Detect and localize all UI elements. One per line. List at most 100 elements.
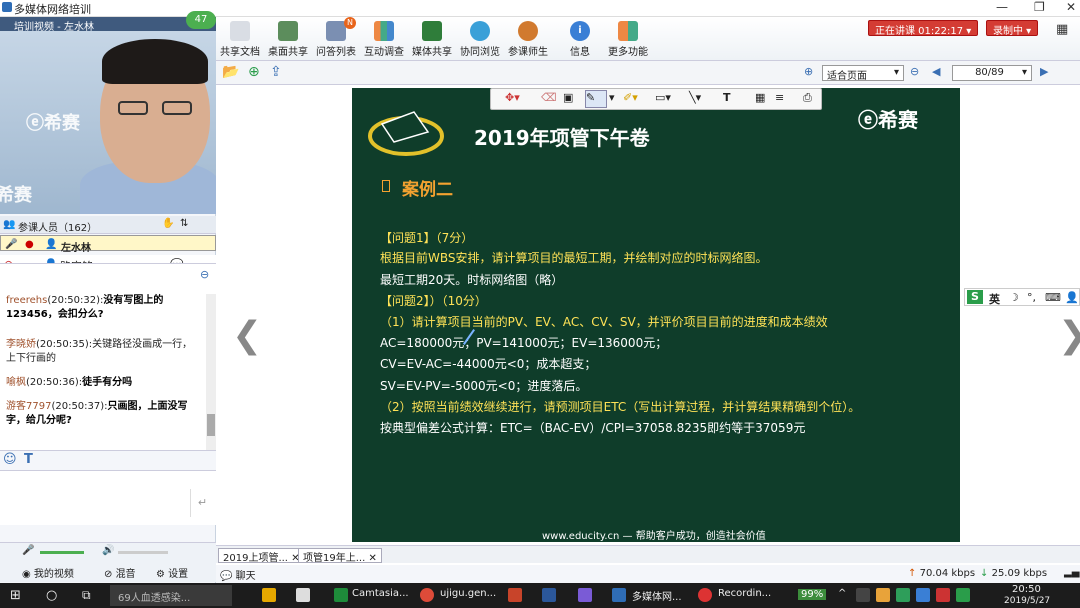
eraser-icon[interactable]: ⌫ bbox=[541, 91, 557, 104]
tray-icon[interactable] bbox=[856, 588, 870, 602]
screenshot-icon[interactable]: ⎙ bbox=[803, 91, 812, 105]
line-width-icon[interactable]: ≡ bbox=[775, 91, 784, 104]
watermark-logo: ⓔ希赛 bbox=[26, 113, 80, 134]
co-browse-button[interactable]: 协同浏览 bbox=[456, 21, 504, 58]
next-slide-arrow-icon[interactable]: ❯ bbox=[1058, 315, 1080, 356]
emoji-icon[interactable]: ☺ bbox=[3, 452, 17, 467]
taskbar-app[interactable]: Recordin... bbox=[718, 588, 771, 599]
start-icon[interactable]: ⊞ bbox=[10, 588, 21, 603]
moon-icon[interactable]: ☽ bbox=[1009, 291, 1019, 304]
text-format-icon[interactable]: T bbox=[24, 452, 33, 467]
highlighter-icon[interactable]: ✐▾ bbox=[623, 91, 638, 104]
cortana-icon[interactable]: ○ bbox=[46, 588, 57, 603]
next-page-icon[interactable]: ▶ bbox=[1040, 65, 1048, 78]
clock-time[interactable]: 20:50 bbox=[1012, 584, 1041, 595]
send-icon[interactable]: ↵ bbox=[190, 489, 214, 517]
members-options-icon[interactable]: ⇅ bbox=[180, 218, 188, 229]
mic-icon[interactable]: 🎤 bbox=[22, 545, 34, 556]
fit-select[interactable]: 适合页面 ▾ bbox=[822, 65, 904, 82]
ime-user-icon[interactable]: 👤 bbox=[1065, 291, 1079, 304]
clock-date[interactable]: 2019/5/27 bbox=[1004, 596, 1050, 606]
battery-indicator[interactable]: 99% bbox=[798, 589, 827, 600]
line-icon[interactable]: ╲▾ bbox=[689, 91, 701, 104]
clear-icon[interactable]: ▣ bbox=[563, 91, 573, 104]
tray-icon[interactable] bbox=[876, 588, 890, 602]
tray-icon[interactable] bbox=[916, 588, 930, 602]
text-icon[interactable]: T bbox=[723, 91, 731, 104]
speaker-icon[interactable]: 🔊 bbox=[102, 545, 114, 556]
chat-scrollbar[interactable] bbox=[206, 294, 216, 451]
pen-icon[interactable]: ✎ bbox=[585, 90, 607, 108]
task-view-icon[interactable]: ⧉ bbox=[82, 588, 91, 603]
app-icon[interactable] bbox=[296, 588, 310, 602]
search-box[interactable]: 69人血透感染... bbox=[110, 585, 232, 606]
pen-dropdown-icon[interactable]: ▾ bbox=[609, 91, 615, 104]
members-header: 👥 参课人员（162） ✋ ⇅ bbox=[0, 216, 216, 234]
explorer-icon[interactable] bbox=[262, 588, 276, 602]
word-icon[interactable] bbox=[542, 588, 556, 602]
info-button[interactable]: i 信息 bbox=[556, 21, 604, 58]
collapse-icon[interactable]: ⊖ bbox=[200, 268, 209, 281]
zoom-out-icon[interactable]: ⊖ bbox=[910, 65, 919, 78]
my-video-button[interactable]: ◉ 我的视频 bbox=[22, 565, 74, 580]
ime-tray-icon[interactable] bbox=[956, 588, 970, 602]
chrome-icon[interactable] bbox=[420, 588, 434, 602]
minimize-icon[interactable]: — bbox=[996, 0, 1008, 14]
taskbar-app[interactable]: ujigu.gen... bbox=[440, 588, 496, 599]
page-select[interactable]: 80/89 ▾ bbox=[952, 65, 1032, 81]
add-doc-icon[interactable]: ⊕ bbox=[248, 64, 260, 80]
live-status-button[interactable]: 正在讲课 01:22:17 ▾ bbox=[868, 20, 979, 37]
participants-button[interactable]: 参课师生 bbox=[504, 21, 552, 58]
av-controls: 🎤 🔊 ◉ 我的视频 ⊘ 混音 ⚙ 设置 bbox=[0, 542, 216, 582]
share-doc-button[interactable]: 共享文档 bbox=[216, 21, 264, 58]
pointer-icon[interactable]: ✥▾ bbox=[505, 91, 520, 104]
doc-tab[interactable]: 2019上项管... ✕ bbox=[218, 548, 305, 564]
prev-slide-arrow-icon[interactable]: ❮ bbox=[232, 315, 262, 356]
recording-button[interactable]: 录制中 ▾ bbox=[986, 20, 1039, 37]
doc-tab[interactable]: 项管19年上... ✕ bbox=[298, 548, 382, 564]
mix-button[interactable]: ⊘ 混音 bbox=[104, 565, 136, 580]
member-row[interactable]: 🎤 ● 👤 左水林 bbox=[0, 235, 216, 254]
restore-icon[interactable]: ❐ bbox=[1034, 0, 1045, 14]
hand-icon[interactable]: ✋ bbox=[162, 218, 174, 229]
multimedia-icon[interactable] bbox=[612, 588, 626, 602]
tray-icon[interactable] bbox=[936, 588, 950, 602]
network-icon: ▂▄ bbox=[1064, 567, 1080, 578]
windows-taskbar: ⊞ ○ ⧉ 69人血透感染... Camtasia... ujigu.gen..… bbox=[0, 583, 1080, 608]
rectangle-icon[interactable]: ▭▾ bbox=[655, 91, 671, 104]
media-share-button[interactable]: 媒体共享 bbox=[408, 21, 456, 58]
close-icon[interactable]: ✕ bbox=[368, 553, 376, 564]
toolbar-label: 桌面共享 bbox=[268, 47, 308, 58]
layout-icon[interactable]: ▦ bbox=[1056, 22, 1068, 37]
close-icon[interactable]: ✕ bbox=[1066, 0, 1076, 14]
ime-mode[interactable]: 英 bbox=[989, 291, 1000, 307]
powerpoint-icon[interactable] bbox=[508, 588, 522, 602]
tray-icon[interactable] bbox=[896, 588, 910, 602]
taskbar-app[interactable]: 多媒体网... bbox=[632, 588, 682, 603]
survey-button[interactable]: 互动调查 bbox=[360, 21, 408, 58]
zoom-in-icon[interactable]: ⊕ bbox=[804, 65, 813, 78]
visio-icon[interactable] bbox=[578, 588, 592, 602]
chat-message: freerehs(20:50:32):没有写图上的123456，会扣分么? bbox=[6, 295, 164, 320]
case-heading: 案例二 bbox=[402, 180, 453, 200]
brand-name: 希赛 bbox=[878, 108, 918, 132]
info-icon: i bbox=[570, 21, 590, 41]
recording-app-icon[interactable] bbox=[698, 588, 712, 602]
folder-icon[interactable]: 📂 bbox=[222, 64, 239, 80]
speaker-volume-slider[interactable] bbox=[118, 551, 168, 554]
fill-icon[interactable]: ▦ bbox=[755, 91, 765, 104]
prev-page-icon[interactable]: ◀ bbox=[932, 65, 940, 78]
camtasia-icon[interactable] bbox=[334, 588, 348, 602]
chat-tab[interactable]: 💬 聊天 bbox=[220, 567, 256, 582]
mic-volume-slider[interactable] bbox=[40, 551, 84, 554]
settings-button[interactable]: ⚙ 设置 bbox=[156, 565, 188, 580]
slide-footer: www.educity.cn — 帮助客户成功，创造社会价值 bbox=[542, 531, 766, 542]
taskbar-app[interactable]: Camtasia... bbox=[352, 588, 409, 599]
tray-up-icon[interactable]: ^ bbox=[838, 588, 846, 599]
keyboard-icon[interactable]: ⌨ bbox=[1045, 291, 1061, 304]
export-icon[interactable]: ⇪ bbox=[270, 64, 282, 80]
chat-input[interactable]: ↵ bbox=[0, 470, 216, 525]
desktop-share-button[interactable]: 桌面共享 bbox=[264, 21, 312, 58]
punct-icon[interactable]: °, bbox=[1027, 291, 1036, 304]
more-button[interactable]: 更多功能 bbox=[604, 21, 652, 58]
